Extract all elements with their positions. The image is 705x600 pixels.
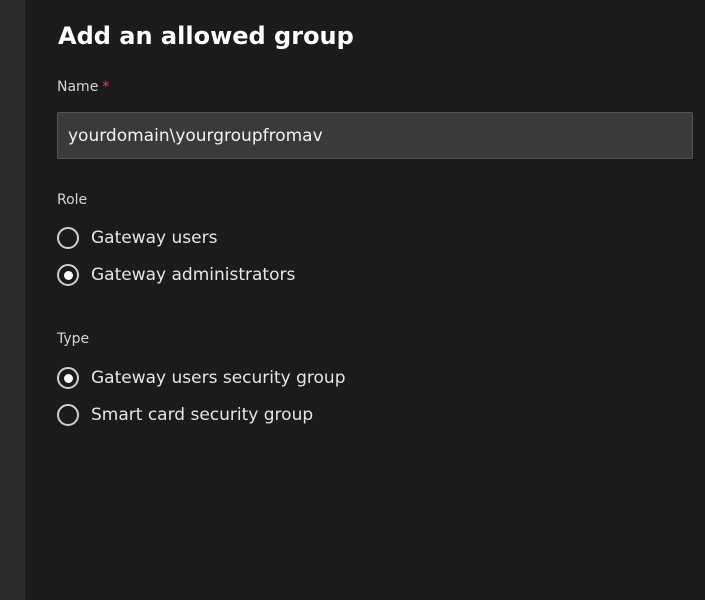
role-option-gateway-users[interactable]: Gateway users — [57, 224, 217, 252]
name-label-text: Name — [57, 79, 99, 95]
page-title: Add an allowed group — [58, 22, 354, 50]
radio-unselected-icon — [57, 404, 79, 426]
type-option-gateway-users-security-group[interactable]: Gateway users security group — [57, 364, 346, 392]
role-option-label: Gateway users — [91, 228, 218, 248]
type-option-label: Smart card security group — [91, 405, 314, 425]
name-input[interactable]: yourdomain\yourgroupfromav — [57, 112, 693, 159]
left-rail — [0, 0, 25, 600]
type-option-smart-card-security-group[interactable]: Smart card security group — [57, 401, 313, 429]
type-option-label: Gateway users security group — [91, 368, 346, 388]
radio-selected-icon — [57, 367, 79, 389]
role-option-gateway-administrators[interactable]: Gateway administrators — [57, 261, 295, 289]
role-option-label: Gateway administrators — [91, 265, 296, 285]
add-group-panel: Add an allowed group Name * yourdomain\yo… — [25, 0, 705, 600]
name-label: Name * — [57, 79, 109, 95]
required-marker: * — [102, 79, 110, 95]
type-label: Type — [57, 331, 90, 347]
radio-selected-icon — [57, 264, 79, 286]
role-label: Role — [57, 192, 88, 208]
app-frame: Add an allowed group Name * yourdomain\yo… — [0, 0, 705, 600]
radio-unselected-icon — [57, 227, 79, 249]
name-input-value: yourdomain\yourgroupfromav — [68, 125, 323, 146]
